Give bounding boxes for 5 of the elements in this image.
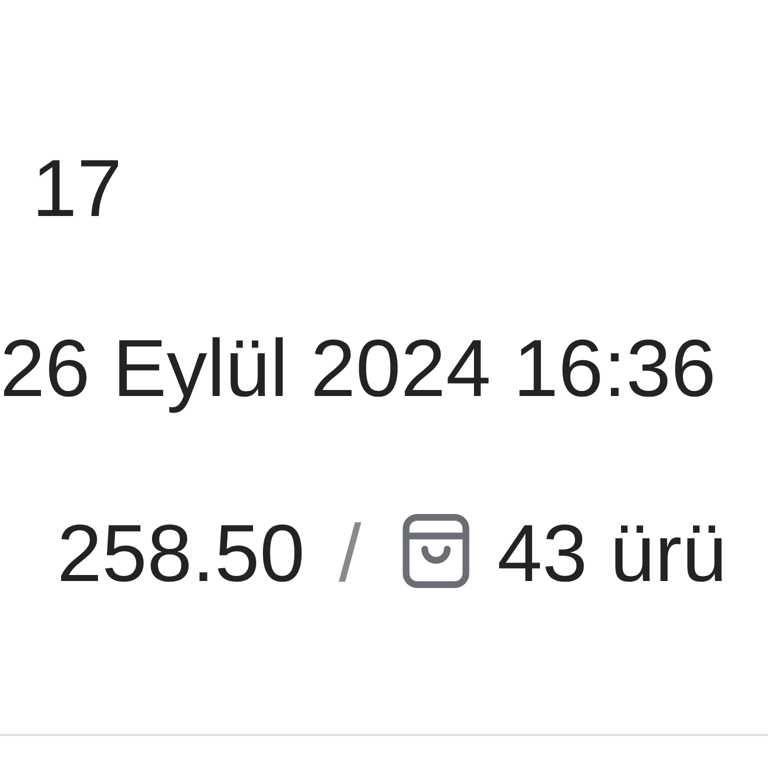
order-number: 17 — [32, 149, 122, 230]
order-total: 258.50 — [57, 514, 305, 595]
shopping-bag-icon — [401, 514, 472, 588]
separator-slash: / — [338, 514, 362, 595]
item-count: 43 ürü — [497, 514, 727, 595]
